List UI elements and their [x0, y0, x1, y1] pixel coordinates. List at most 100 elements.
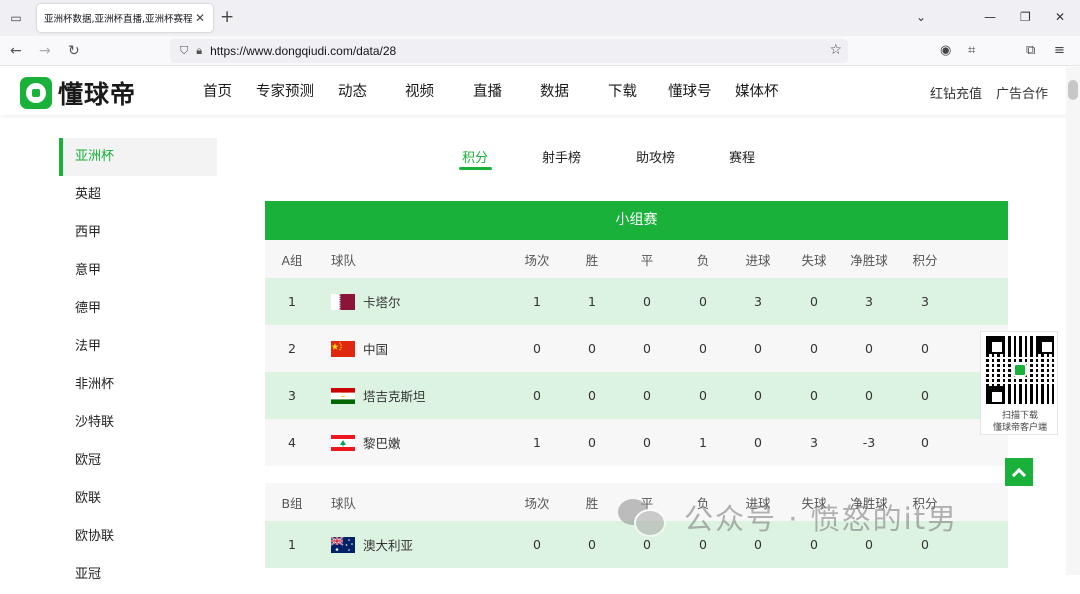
stat-cell: 0 — [699, 341, 707, 356]
nav-item-download[interactable]: 下载 — [608, 80, 668, 101]
sidebar-item-uecl[interactable]: 欧协联 — [59, 518, 217, 556]
stat-cell: 3 — [754, 294, 762, 309]
logo-ball-icon — [20, 77, 52, 109]
team-name[interactable]: 卡塔尔 — [363, 292, 401, 311]
column-header-team: 球队 — [331, 252, 357, 268]
crop-icon[interactable]: ⌗ — [968, 42, 975, 60]
stat-cell: 0 — [754, 388, 762, 403]
table-row[interactable]: 3 塔吉克斯坦 0 0 0 0 0 0 0 0 — [265, 372, 1008, 419]
stat-cell: 0 — [810, 294, 818, 309]
scrollbar-thumb[interactable] — [1068, 80, 1078, 100]
group-header-row: A组 球队 场次 胜 平 负 进球 失球 净胜球 积分 — [265, 240, 1008, 278]
column-header: 积分 — [912, 252, 938, 268]
browser-nav-bar: ← → ↻ ⛉ 🔒︎ https://www.dongqiudi.com/dat… — [0, 36, 1080, 66]
sidebar-item-premier-league[interactable]: 英超 — [59, 176, 217, 214]
team-rank: 3 — [288, 388, 296, 403]
logo-text: 懂球帝 — [58, 80, 137, 109]
forward-arrow-icon[interactable]: → — [39, 41, 51, 61]
browser-tab-active[interactable]: 亚洲杯数据,亚洲杯直播,亚洲杯赛程 ✕ — [37, 4, 213, 32]
team-cell: 黎巴嫩 — [331, 419, 521, 466]
back-arrow-icon[interactable]: ← — [10, 41, 22, 61]
sidebar-item-bundesliga[interactable]: 德甲 — [59, 290, 217, 328]
extensions-icon[interactable]: ⧉ — [1026, 42, 1035, 60]
table-row[interactable]: 2 中国 0 0 0 0 0 0 0 0 — [265, 325, 1008, 372]
stat-cell: 0 — [754, 341, 762, 356]
sidebar-item-uel[interactable]: 欧联 — [59, 480, 217, 518]
tab-standings[interactable]: 积分 — [462, 147, 488, 166]
stat-cell: 0 — [865, 341, 873, 356]
back-to-top-button[interactable] — [1005, 458, 1033, 486]
stat-cell: 0 — [754, 435, 762, 450]
lock-icon[interactable]: 🔒︎ — [196, 44, 202, 58]
stat-cell: 0 — [921, 435, 929, 450]
minimize-icon[interactable]: — — [984, 8, 996, 26]
team-name[interactable]: 澳大利亚 — [363, 535, 413, 554]
column-header: 场次 — [524, 495, 550, 511]
page-scrollbar[interactable] — [1066, 67, 1080, 575]
table-row[interactable]: 4 黎巴嫩 1 0 0 1 0 3 -3 0 — [265, 419, 1008, 466]
tab-title: 亚洲杯数据,亚洲杯直播,亚洲杯赛程 — [44, 14, 193, 25]
tajikistan-flag-icon — [331, 387, 355, 404]
sidebar-item-ligue-1[interactable]: 法甲 — [59, 328, 217, 366]
group-name: B组 — [281, 495, 303, 511]
stat-cell: 0 — [699, 294, 707, 309]
stat-cell: 0 — [533, 341, 541, 356]
close-icon[interactable]: ✕ — [193, 11, 207, 25]
tab-top-scorers[interactable]: 射手榜 — [542, 147, 581, 166]
stat-cell: 1 — [699, 435, 707, 450]
nav-item-live[interactable]: 直播 — [473, 80, 540, 101]
window-close-icon[interactable]: ✕ — [1055, 8, 1065, 26]
column-header: 负 — [696, 252, 710, 268]
nav-item-media-cup[interactable]: 媒体杯 — [735, 80, 779, 101]
nav-item-dqh[interactable]: 懂球号 — [668, 80, 735, 101]
stat-cell: 0 — [810, 388, 818, 403]
stat-cell: 0 — [588, 341, 596, 356]
sidebar-item-ucl[interactable]: 欧冠 — [59, 442, 217, 480]
shield-icon[interactable]: ⛉ — [180, 44, 188, 58]
stat-cell: 1 — [588, 294, 596, 309]
sidebar-item-acl[interactable]: 亚冠 — [59, 556, 217, 594]
table-row[interactable]: 1 卡塔尔 1 1 0 0 3 0 3 3 — [265, 278, 1008, 325]
nav-item-home[interactable]: 首页 — [203, 80, 256, 101]
sidebar-item-la-liga[interactable]: 西甲 — [59, 214, 217, 252]
new-tab-icon[interactable]: + — [220, 7, 234, 27]
nav-item-data[interactable]: 数据 — [540, 80, 608, 101]
account-icon[interactable]: ◉ — [940, 42, 951, 60]
recharge-link[interactable]: 红钻充值 — [930, 83, 982, 102]
chevron-up-icon — [1011, 467, 1027, 482]
nav-item-news[interactable]: 动态 — [338, 80, 405, 101]
column-header: 场次 — [524, 252, 550, 268]
nav-item-video[interactable]: 视频 — [405, 80, 473, 101]
lebanon-flag-icon — [331, 434, 355, 451]
stat-cell: 1 — [533, 294, 541, 309]
site-header: 懂球帝 首页 专家预测 动态 视频 直播 数据 下载 懂球号 媒体杯 红钻充值 … — [0, 67, 1080, 115]
app-download-qr-widget[interactable]: 扫描下载 懂球帝客户端 — [980, 331, 1058, 435]
tab-list-icon[interactable]: ▭ — [6, 8, 26, 28]
team-rank: 2 — [288, 341, 296, 356]
url-text[interactable]: https://www.dongqiudi.com/data/28 — [210, 44, 396, 58]
wechat-watermark: 公众号 · 愤怒的it男 — [616, 495, 958, 539]
team-name[interactable]: 黎巴嫩 — [363, 433, 401, 452]
team-name[interactable]: 中国 — [363, 339, 388, 358]
team-cell: 中国 — [331, 325, 521, 372]
column-header: 失球 — [801, 252, 827, 268]
stat-cell: 0 — [643, 388, 651, 403]
sidebar-item-saudi-league[interactable]: 沙特联 — [59, 404, 217, 442]
team-cell: 塔吉克斯坦 — [331, 372, 521, 419]
tab-overflow-chevron-icon[interactable]: ⌄ — [916, 8, 926, 26]
sidebar-item-asian-cup[interactable]: 亚洲杯 — [59, 138, 217, 176]
tab-top-assists[interactable]: 助攻榜 — [636, 147, 675, 166]
team-name[interactable]: 塔吉克斯坦 — [363, 386, 426, 405]
tab-schedule[interactable]: 赛程 — [729, 147, 755, 166]
site-logo[interactable]: 懂球帝 — [20, 75, 136, 111]
sidebar-item-afcon[interactable]: 非洲杯 — [59, 366, 217, 404]
menu-icon[interactable]: ≡ — [1054, 42, 1065, 60]
address-bar[interactable]: ⛉ 🔒︎ https://www.dongqiudi.com/data/28 ☆ — [170, 39, 848, 63]
sidebar-item-serie-a[interactable]: 意甲 — [59, 252, 217, 290]
maximize-icon[interactable]: ❐ — [1020, 8, 1031, 26]
reload-icon[interactable]: ↻ — [68, 41, 80, 61]
bookmark-star-icon[interactable]: ☆ — [829, 42, 842, 58]
ads-link[interactable]: 广告合作 — [996, 83, 1048, 102]
nav-item-predictions[interactable]: 专家预测 — [256, 80, 338, 101]
column-header: 进球 — [745, 252, 771, 268]
